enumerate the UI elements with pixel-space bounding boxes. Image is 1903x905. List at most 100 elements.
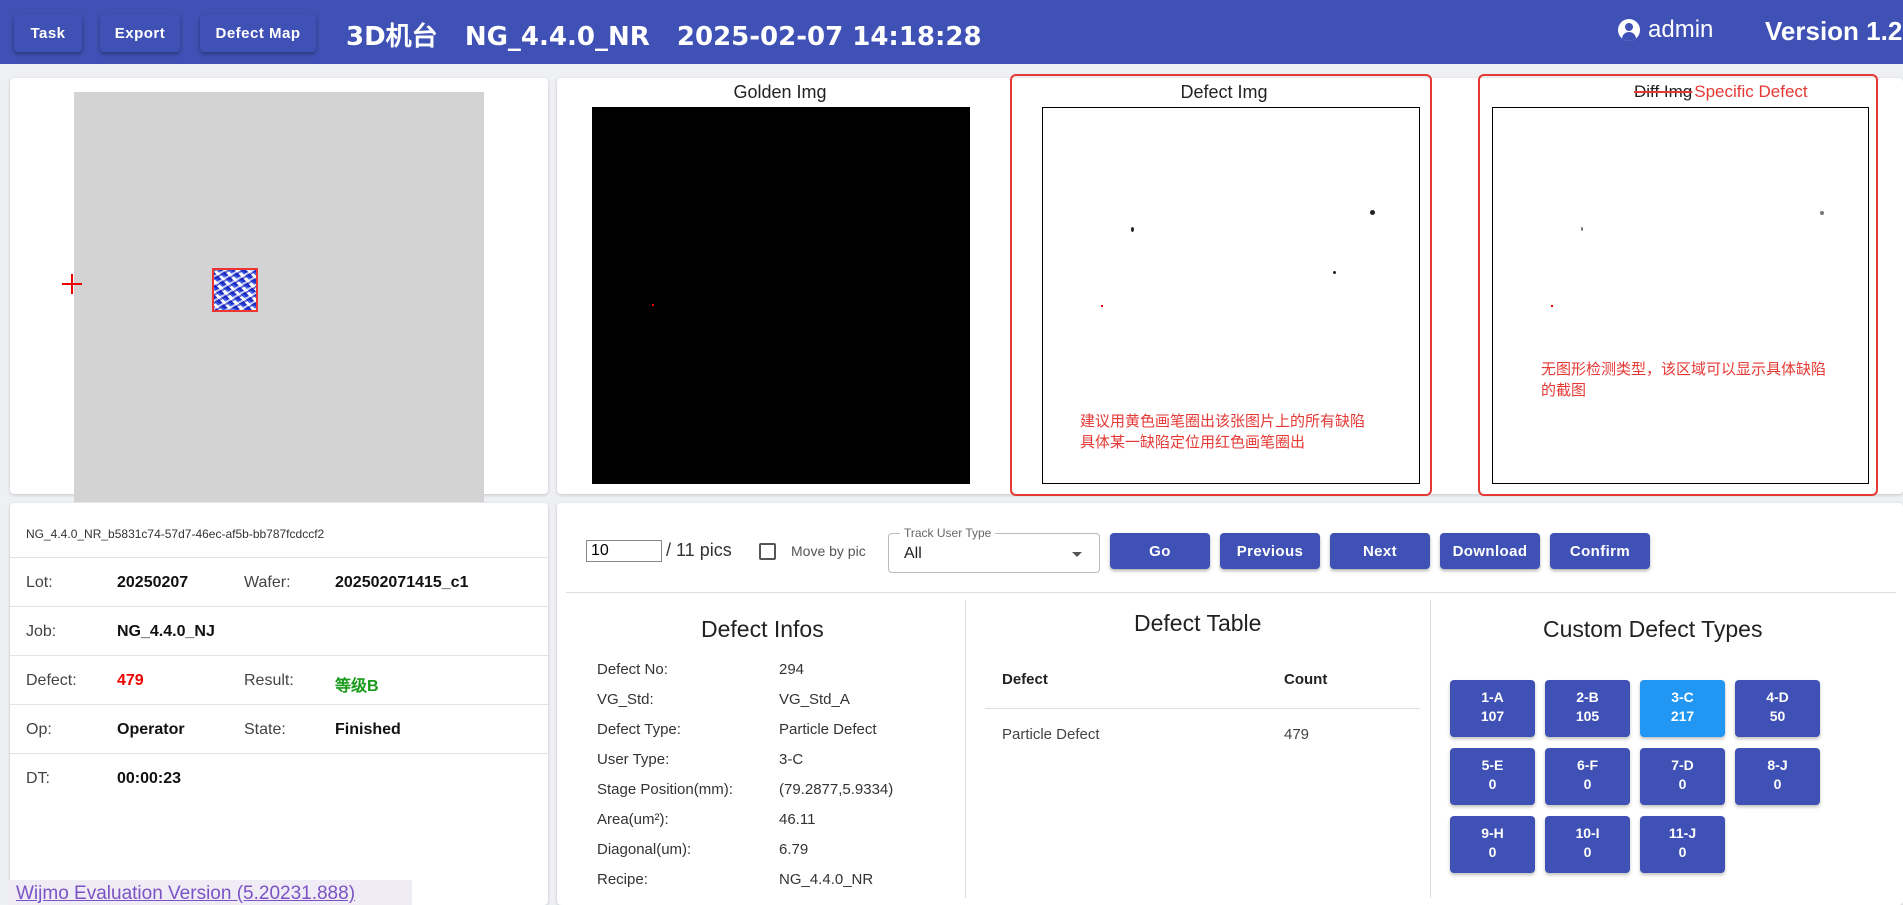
table-header-divider (985, 708, 1420, 709)
custom-defect-type-button[interactable]: 11-J 0 (1640, 816, 1725, 873)
custom-defect-type-button[interactable]: 4-D 50 (1735, 680, 1820, 737)
state-label: State: (244, 721, 286, 738)
download-button[interactable]: Download (1440, 533, 1540, 569)
previous-button[interactable]: Previous (1220, 533, 1320, 569)
golden-image[interactable] (592, 107, 970, 484)
divider (566, 592, 1896, 593)
go-button[interactable]: Go (1110, 533, 1210, 569)
defect-type-count: 0 (1488, 776, 1497, 792)
defect-info-value: 46.11 (779, 811, 816, 828)
confirm-button[interactable]: Confirm (1550, 533, 1650, 569)
move-by-pic-checkbox[interactable] (759, 543, 776, 560)
defect-info-value: VG_Std_A (779, 691, 850, 708)
wafer-guid: NG_4.4.0_NR_b5831c74-57d7-46ec-af5b-bb78… (26, 527, 325, 541)
track-user-type-value: All (904, 545, 922, 562)
dt-label: DT: (26, 770, 50, 787)
specific-defect-note: 无图形检测类型，该区域可以显示具体缺陷 的截图 (1541, 359, 1826, 401)
defect-map-button[interactable]: Defect Map (200, 14, 316, 52)
defect-type-code: 1-A (1481, 689, 1504, 705)
account-icon (1618, 19, 1640, 41)
defect-info-value: (79.2877,5.9334) (779, 781, 894, 798)
defect-type-code: 3-C (1671, 689, 1694, 705)
defect-info-value: 3-C (779, 751, 804, 768)
defect-info-label: Recipe: (597, 871, 648, 888)
page-title: 3D机台 NG_4.4.0_NR 2025-02-07 14:18:28 (346, 22, 982, 52)
defect-type-code: 8-J (1767, 757, 1788, 773)
page-number-input[interactable] (586, 540, 662, 562)
defect-type-count: 0 (1583, 844, 1592, 860)
wijmo-evaluation-link[interactable]: Wijmo Evaluation Version (5.20231.888) (8, 880, 412, 905)
defect-type-count: 0 (1583, 776, 1592, 792)
defect-info-value: Particle Defect (779, 721, 877, 738)
defect-type-code: 7-D (1671, 757, 1694, 773)
crosshair-marker-icon (62, 274, 82, 294)
divider (1430, 600, 1431, 898)
specific-defect-note-line1: 无图形检测类型，该区域可以显示具体缺陷 (1541, 360, 1827, 378)
table-cell-count[interactable]: 479 (1284, 726, 1309, 743)
defect-table-title: Defect Table (1134, 610, 1262, 636)
defect-type-count: 0 (1678, 844, 1687, 860)
defect-type-code: 6-F (1577, 757, 1598, 773)
job-label: Job: (26, 623, 57, 640)
op-value: Operator (117, 721, 185, 738)
result-label: Result: (244, 672, 294, 689)
custom-defect-type-button[interactable]: 9-H 0 (1450, 816, 1535, 873)
defect-type-count: 217 (1670, 708, 1695, 724)
custom-defect-type-button[interactable]: 1-A 107 (1450, 680, 1535, 737)
custom-defect-type-button[interactable]: 5-E 0 (1450, 748, 1535, 805)
custom-defect-type-button[interactable]: 2-B 105 (1545, 680, 1630, 737)
defect-info-value: 294 (779, 661, 805, 678)
lot-label: Lot: (26, 574, 53, 591)
state-value: Finished (335, 721, 401, 738)
wijmo-evaluation-text[interactable]: Wijmo Evaluation Version (5.20231.888) (16, 883, 355, 904)
wafer-value: 202502071415_c1 (335, 574, 469, 591)
wafer-label: Wafer: (244, 574, 291, 591)
defect-type-count: 50 (1769, 708, 1786, 724)
divider (965, 600, 966, 898)
export-button[interactable]: Export (100, 14, 180, 52)
table-cell-defect[interactable]: Particle Defect (1002, 726, 1100, 743)
defect-type-count: 105 (1575, 708, 1600, 724)
defect-info-value: NG_4.4.0_NR (779, 871, 874, 888)
selected-die[interactable] (212, 268, 258, 312)
info-row-lot: Lot: 20250207 Wafer: 202502071415_c1 (10, 557, 548, 606)
golden-img-title: Golden Img (733, 82, 827, 102)
defect-type-count: 0 (1488, 844, 1497, 860)
task-button[interactable]: Task (14, 14, 82, 52)
defect-infos-title: Defect Infos (701, 616, 824, 642)
custom-defect-type-button[interactable]: 6-F 0 (1545, 748, 1630, 805)
custom-defect-type-button[interactable]: 7-D 0 (1640, 748, 1725, 805)
defect-info-label: Defect Type: (597, 721, 681, 738)
next-button[interactable]: Next (1330, 533, 1430, 569)
custom-defect-type-button[interactable]: 8-J 0 (1735, 748, 1820, 805)
defect-label: Defect: (26, 672, 77, 689)
defect-info-label: Defect No: (597, 661, 668, 678)
custom-defect-types-title: Custom Defect Types (1543, 616, 1763, 642)
column-header-count[interactable]: Count (1284, 671, 1327, 688)
defect-type-code: 11-J (1668, 825, 1697, 841)
custom-defect-type-button[interactable]: 3-C 217 (1640, 680, 1725, 737)
column-header-defect[interactable]: Defect (1002, 671, 1048, 688)
move-by-pic-label: Move by pic (791, 543, 866, 559)
defect-info-label: Area(um²): (597, 811, 669, 828)
defect-img-note: 建议用黄色画笔圈出该张图片上的所有缺陷 具体某一缺陷定位用红色画笔圈出 (1080, 411, 1365, 453)
wafer-map[interactable] (74, 92, 484, 502)
result-value: 等级B (335, 678, 379, 695)
specific-defect-highlight-box (1478, 74, 1878, 496)
version-label: Version 1.2 (1765, 16, 1903, 46)
custom-defect-type-button[interactable]: 10-I 0 (1545, 816, 1630, 873)
defect-info-label: Diagonal(um): (597, 841, 692, 858)
defect-info-label: User Type: (597, 751, 670, 768)
user-menu[interactable]: admin (1618, 16, 1713, 44)
info-row-job: Job: NG_4.4.0_NJ (10, 606, 548, 655)
op-label: Op: (26, 721, 52, 738)
defect-type-code: 2-B (1576, 689, 1599, 705)
wafer-map-panel (10, 78, 548, 502)
job-value: NG_4.4.0_NJ (117, 623, 215, 640)
golden-defect-point (652, 304, 654, 306)
dt-value: 00:00:23 (117, 770, 182, 787)
track-user-type-legend: Track User Type (900, 526, 996, 540)
defect-type-code: 9-H (1481, 825, 1504, 841)
defect-type-code: 4-D (1766, 689, 1789, 705)
user-name: admin (1648, 16, 1714, 43)
